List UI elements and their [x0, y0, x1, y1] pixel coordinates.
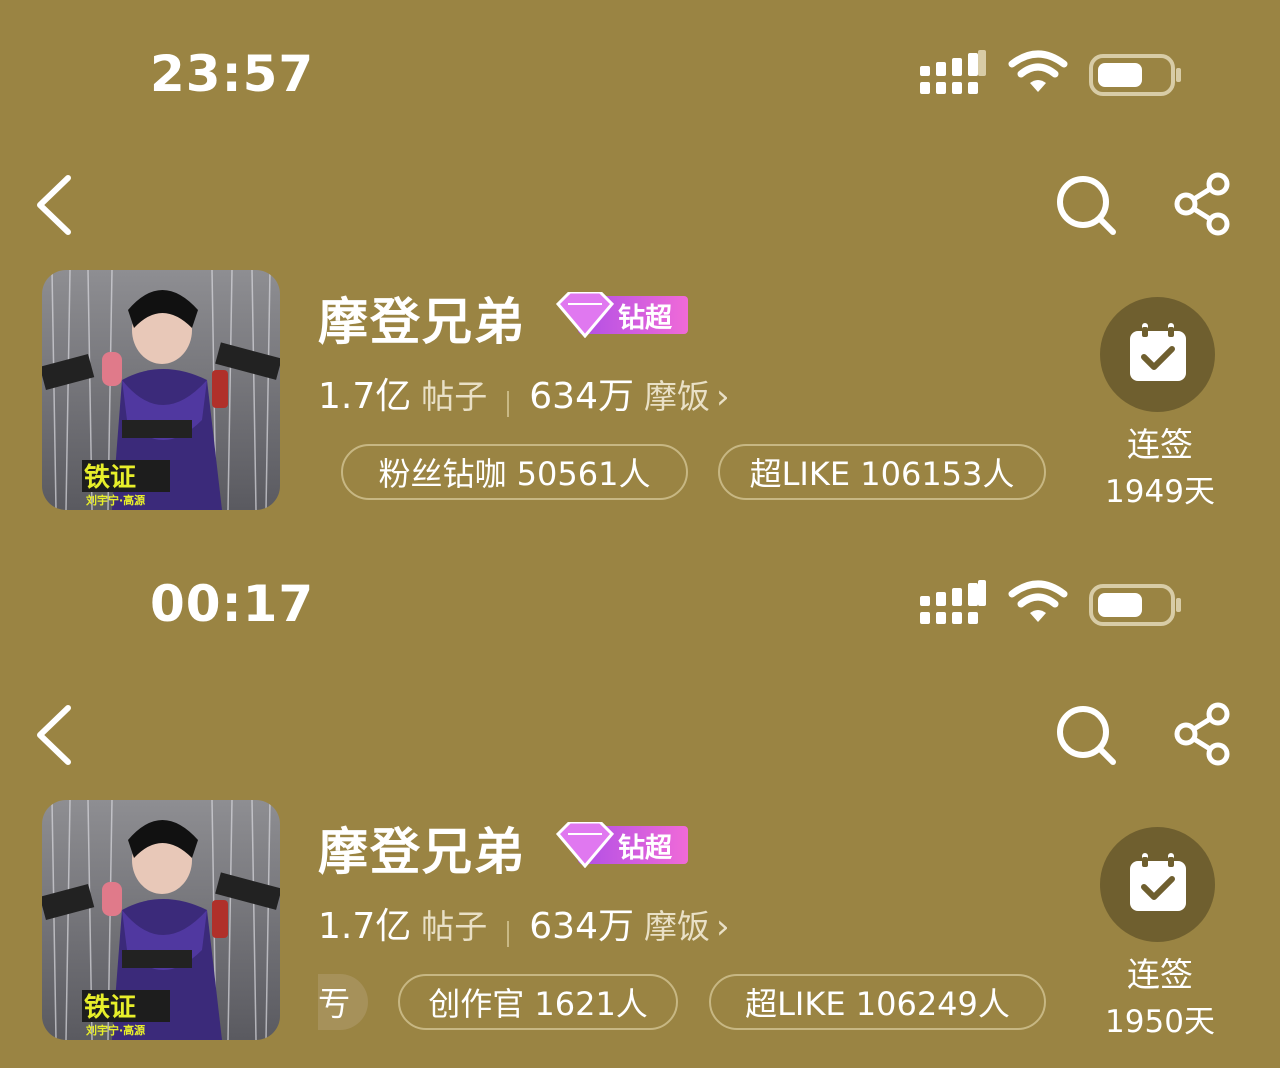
checkin-label: 连签 [1127, 955, 1193, 994]
checkin-button[interactable] [1100, 297, 1215, 412]
super-like-pill[interactable]: 超LIKE 106153人 [718, 444, 1046, 500]
chevron-right-icon: › [715, 907, 730, 947]
wifi-icon [1008, 50, 1068, 92]
checkin-days: 1950天 [1105, 1004, 1215, 1040]
topic-stats[interactable]: 1.7亿 帖子 634万 摩饭 › [318, 897, 730, 947]
share-icon[interactable] [1172, 172, 1238, 238]
checkin-button[interactable] [1100, 827, 1215, 942]
calendar-check-icon [1130, 323, 1186, 381]
topic-stats[interactable]: 1.7亿 帖子 634万 摩饭 › [318, 367, 730, 417]
topic-cover-image[interactable]: 铁证 刘宇宁·高源 [42, 270, 280, 510]
topic-header-screenshot-2: 00:17 铁证 刘宇宁·高源 摩登兄弟 钻超 1.7亿 帖子 634万 摩饭 … [0, 530, 1280, 1064]
share-icon[interactable] [1172, 702, 1238, 768]
wifi-icon [1008, 580, 1068, 622]
svg-text:铁证: 铁证 [84, 462, 136, 493]
badge-label: 钻超 [618, 303, 672, 334]
back-chevron-icon[interactable] [30, 172, 80, 238]
status-icons [918, 580, 1188, 630]
posts-unit: 帖子 [421, 907, 488, 946]
battery-icon [1089, 584, 1181, 626]
topic-title: 摩登兄弟 [318, 293, 526, 351]
svg-text:刘宇宁·高源: 刘宇宁·高源 [86, 493, 145, 507]
status-icons [918, 50, 1188, 100]
search-icon[interactable] [1055, 702, 1121, 768]
posts-count: 1.7亿 [318, 906, 412, 947]
back-chevron-icon[interactable] [30, 702, 80, 768]
fans-count: 634万 [529, 376, 634, 417]
checkin-label: 连签 [1127, 425, 1193, 464]
topic-title: 摩登兄弟 [318, 823, 526, 881]
status-time: 23:57 [150, 45, 315, 103]
creator-pill[interactable]: 创作官 1621人 [398, 974, 678, 1030]
calendar-check-icon [1130, 853, 1186, 911]
partial-pill[interactable]: 亐 [318, 974, 368, 1030]
search-icon[interactable] [1055, 172, 1121, 238]
stats-divider [507, 920, 510, 947]
topic-header-screenshot-1: 23:57 铁证 刘宇宁·高源 摩登兄弟 钻超 1.7亿 帖子 634万 摩饭 … [0, 0, 1280, 534]
fans-count: 634万 [529, 906, 634, 947]
cellular-signal-icon [920, 50, 986, 94]
chevron-right-icon: › [715, 377, 730, 417]
status-time: 00:17 [150, 575, 315, 633]
svg-text:铁证: 铁证 [84, 992, 136, 1023]
posts-count: 1.7亿 [318, 376, 412, 417]
checkin-days: 1949天 [1105, 474, 1215, 510]
fan-diamond-pill[interactable]: 粉丝钻咖 50561人 [341, 444, 688, 500]
stats-divider [507, 390, 510, 417]
cellular-signal-icon [920, 580, 986, 624]
fans-unit: 摩饭 [643, 377, 710, 416]
fans-unit: 摩饭 [643, 907, 710, 946]
battery-icon [1089, 54, 1181, 96]
badge-label: 钻超 [618, 833, 672, 864]
super-like-pill[interactable]: 超LIKE 106249人 [709, 974, 1046, 1030]
svg-text:刘宇宁·高源: 刘宇宁·高源 [86, 1023, 145, 1037]
topic-cover-image[interactable]: 铁证 刘宇宁·高源 [42, 800, 280, 1040]
posts-unit: 帖子 [421, 377, 488, 416]
